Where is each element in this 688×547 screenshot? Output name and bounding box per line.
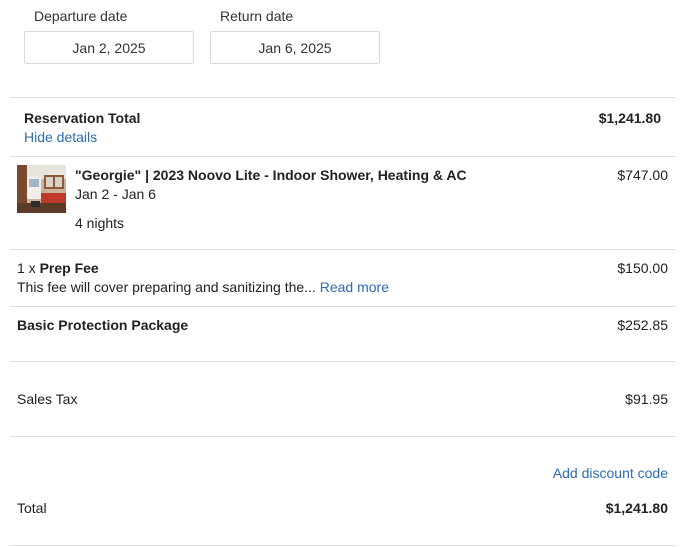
- rental-title: "Georgie" | 2023 Noovo Lite - Indoor Sho…: [75, 167, 467, 183]
- divider: [10, 249, 676, 250]
- protection-package-amount: $252.85: [617, 317, 668, 333]
- return-date-label: Return date: [220, 8, 294, 24]
- rental-nights: 4 nights: [75, 215, 125, 231]
- reservation-total-title: Reservation Total: [24, 110, 141, 126]
- add-discount-code-link[interactable]: Add discount code: [553, 465, 668, 481]
- vehicle-photo-icon: [17, 165, 66, 213]
- departure-date-label: Departure date: [34, 8, 128, 24]
- divider: [10, 97, 676, 98]
- reservation-total-amount: $1,241.80: [598, 110, 661, 126]
- divider: [10, 156, 676, 157]
- prep-fee-description-row: This fee will cover preparing and saniti…: [17, 279, 389, 295]
- read-more-link[interactable]: Read more: [320, 279, 389, 295]
- return-date-field[interactable]: Jan 6, 2025: [210, 31, 380, 64]
- prep-fee-description: This fee will cover preparing and saniti…: [17, 279, 316, 295]
- divider: [10, 361, 676, 362]
- divider: [10, 436, 676, 437]
- prep-fee-quantity: 1 x: [17, 260, 40, 276]
- divider: [10, 545, 676, 546]
- sales-tax-label: Sales Tax: [17, 391, 78, 407]
- departure-date-field[interactable]: Jan 2, 2025: [24, 31, 194, 64]
- protection-package-title: Basic Protection Package: [17, 317, 189, 333]
- divider: [10, 306, 676, 307]
- total-label: Total: [17, 500, 47, 516]
- sales-tax-amount: $91.95: [625, 391, 668, 407]
- prep-fee-heading: 1 x Prep Fee: [17, 260, 99, 276]
- rental-amount: $747.00: [617, 167, 668, 183]
- prep-fee-amount: $150.00: [617, 260, 668, 276]
- rental-date-range: Jan 2 - Jan 6: [75, 186, 156, 202]
- total-amount: $1,241.80: [605, 500, 668, 516]
- prep-fee-title: Prep Fee: [39, 260, 99, 276]
- vehicle-thumbnail[interactable]: [17, 165, 66, 213]
- hide-details-link[interactable]: Hide details: [24, 129, 97, 145]
